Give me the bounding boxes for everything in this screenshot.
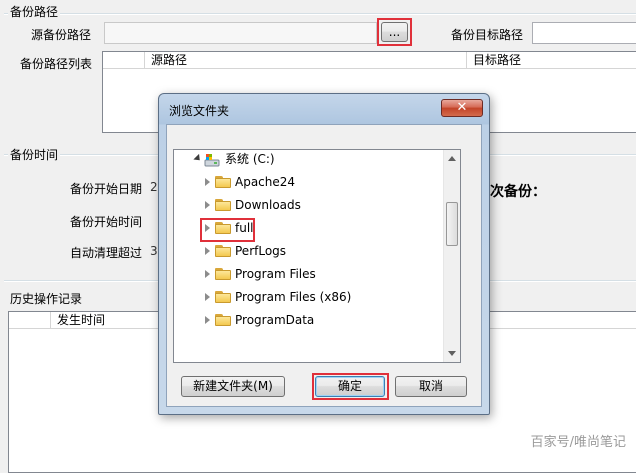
group-line-path (4, 13, 636, 15)
tree-label: Apache24 (235, 175, 296, 189)
auto-clean-value[interactable]: 3 (150, 244, 158, 258)
tree-label: Downloads (235, 198, 301, 212)
row-indicator-column (103, 52, 145, 68)
close-icon[interactable]: ✕ (441, 99, 483, 117)
folder-icon (215, 268, 231, 280)
watermark: 百家号/唯尚笔记 (530, 435, 626, 450)
section-title-history: 历史操作记录 (8, 290, 85, 307)
auto-clean-label: 自动清理超过 (70, 246, 143, 260)
computer-drive-icon (204, 152, 220, 167)
highlight-browse (377, 18, 412, 46)
column-time[interactable]: 发生时间 (51, 312, 161, 328)
scroll-down-arrow-icon[interactable] (448, 351, 456, 356)
dialog-title: 浏览文件夹 (169, 104, 230, 118)
start-date-label: 备份开始日期 (70, 182, 143, 196)
tree-item-folder[interactable]: Apache24 (174, 171, 444, 193)
source-path-label: 源备份路径 (31, 28, 92, 42)
expand-arrow-icon[interactable] (205, 316, 210, 324)
path-list-label: 备份路径列表 (20, 57, 93, 71)
tree-item-folder[interactable]: Program Files (174, 263, 444, 285)
tree-item-folder[interactable]: ProgramData (174, 309, 444, 331)
tree-label: ProgramData (235, 313, 315, 327)
highlight-ok-button (312, 373, 389, 400)
expand-arrow-icon[interactable] (205, 178, 210, 186)
folder-icon (215, 291, 231, 303)
path-list-header: 源路径 目标路径 (103, 52, 636, 69)
column-target[interactable]: 目标路径 (467, 52, 636, 68)
scroll-up-arrow-icon[interactable] (448, 156, 456, 161)
section-title-backup-path: 备份路径 (8, 3, 61, 20)
column-source[interactable]: 源路径 (145, 52, 467, 68)
collapse-arrow-icon[interactable] (193, 153, 203, 164)
folder-tree[interactable]: 系统 (C:) Apache24 Downloads full PerfLogs… (173, 149, 461, 363)
source-path-input[interactable] (104, 22, 377, 44)
tree-item-folder[interactable]: Program Files (x86) (174, 286, 444, 308)
tree-label: Program Files (x86) (235, 290, 352, 304)
highlight-full-folder (200, 218, 255, 242)
folder-icon (215, 199, 231, 211)
new-folder-button[interactable]: 新建文件夹(M) (181, 376, 285, 397)
tree-item-folder[interactable]: Downloads (174, 194, 444, 216)
section-title-backup-time: 备份时间 (8, 146, 61, 163)
folder-icon (215, 245, 231, 257)
target-path-input[interactable] (532, 22, 636, 44)
cancel-button[interactable]: 取消 (395, 376, 467, 397)
browse-folder-dialog: 浏览文件夹 ✕ 系统 (C:) Apache24 Downloads full … (158, 93, 490, 415)
expand-arrow-icon[interactable] (205, 293, 210, 301)
tree-item-folder[interactable]: PerfLogs (174, 240, 444, 262)
tree-label-drive-c: 系统 (C:) (225, 152, 275, 166)
expand-arrow-icon[interactable] (205, 247, 210, 255)
expand-arrow-icon[interactable] (205, 201, 210, 209)
tree-label: PerfLogs (235, 244, 287, 258)
scroll-thumb[interactable] (446, 202, 458, 246)
folder-icon (215, 176, 231, 188)
expand-arrow-icon[interactable] (205, 270, 210, 278)
tree-item-drive-c[interactable]: 系统 (C:) (174, 150, 444, 170)
history-row-indicator-column (9, 312, 51, 328)
start-date-value[interactable]: 2 (150, 180, 158, 194)
tree-scrollbar[interactable] (443, 150, 460, 362)
start-time-label: 备份开始时间 (70, 215, 143, 229)
folder-icon (215, 314, 231, 326)
next-backup-label: 次备份： (490, 184, 546, 200)
tree-label: Program Files (235, 267, 316, 281)
target-path-label: 备份目标路径 (451, 28, 524, 42)
